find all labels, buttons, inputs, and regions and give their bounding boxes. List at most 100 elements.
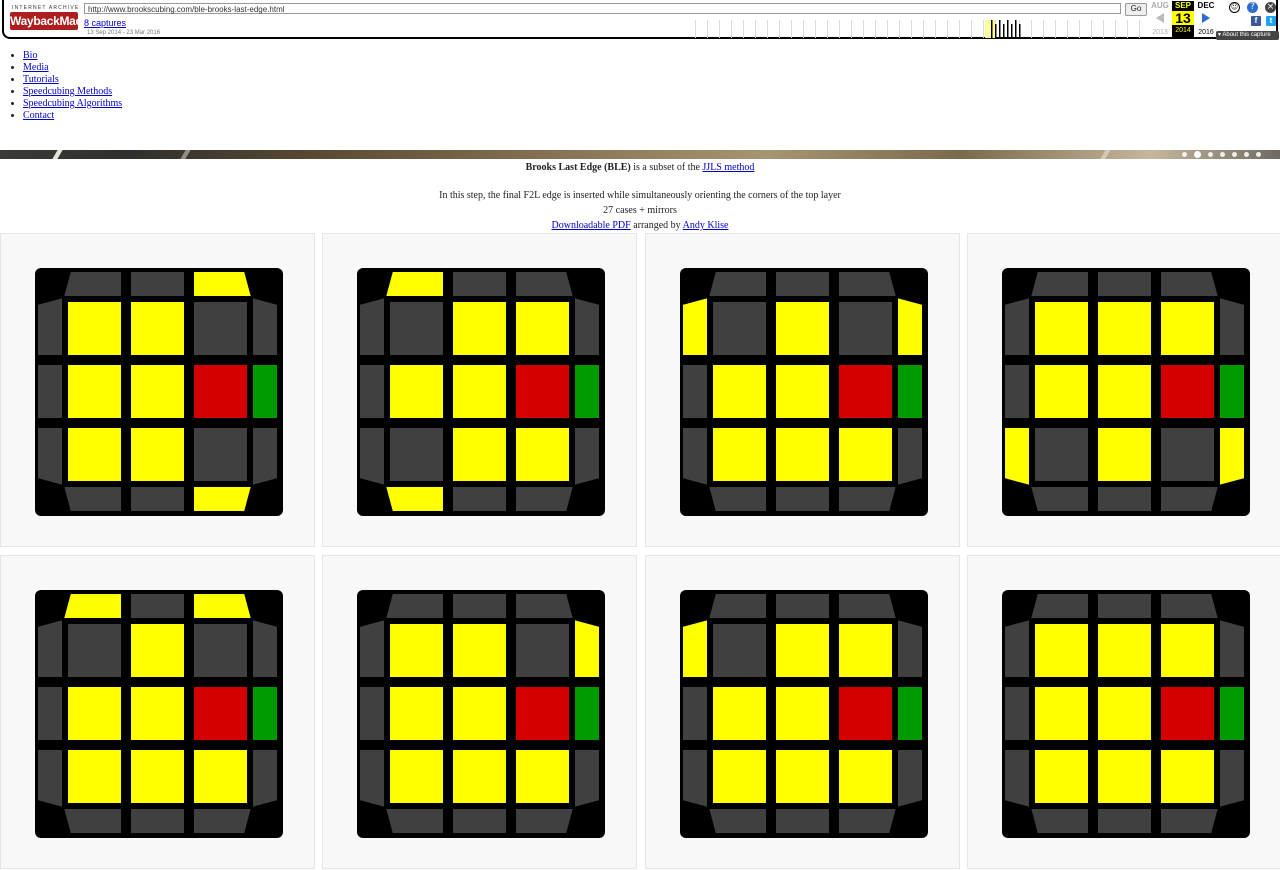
face-sticker <box>1033 685 1090 742</box>
nav-link-media[interactable]: Media <box>23 62 49 73</box>
right-side-sticker <box>1218 748 1246 810</box>
cube-diagram <box>35 590 283 838</box>
face-sticker <box>451 300 508 357</box>
face-sticker <box>1159 363 1216 420</box>
face-sticker <box>1096 622 1153 679</box>
author-link[interactable]: Andy Klise <box>683 220 729 231</box>
go-button[interactable]: Go <box>1125 3 1147 16</box>
bottom-side-sticker <box>774 485 831 513</box>
prev-arrow-icon[interactable] <box>1156 13 1164 23</box>
intro-text: Brooks Last Edge (BLE) is a subset of th… <box>0 160 1280 233</box>
face-sticker <box>388 622 445 679</box>
right-side-sticker <box>1218 426 1246 488</box>
prev-capture[interactable]: AUG 2013 <box>1149 1 1171 38</box>
right-side-sticker <box>251 295 279 357</box>
bottom-side-sticker <box>451 485 508 513</box>
nav-link-contact[interactable]: Contact <box>23 110 54 121</box>
slide-dot[interactable] <box>1208 152 1213 157</box>
face-sticker <box>66 300 123 357</box>
nav-link-algorithms[interactable]: Speedcubing Algorithms <box>23 98 122 109</box>
face-sticker <box>388 748 445 805</box>
cube-diagram <box>680 268 928 516</box>
nav-link-tutorials[interactable]: Tutorials <box>23 74 59 85</box>
top-side-sticker <box>1028 592 1090 620</box>
slide-dot[interactable] <box>1232 152 1237 157</box>
face-sticker <box>837 622 894 679</box>
url-input[interactable]: http://www.brookscubing.com/ble-brooks-l… <box>84 3 1121 14</box>
face-sticker <box>192 748 249 805</box>
slide-dot[interactable] <box>1244 152 1249 157</box>
left-side-sticker <box>36 748 64 810</box>
right-side-sticker <box>251 617 279 679</box>
slide-dot[interactable] <box>1220 152 1225 157</box>
face-sticker <box>1096 685 1153 742</box>
face-sticker <box>192 300 249 357</box>
left-side-sticker <box>681 295 709 357</box>
user-icon[interactable]: ☺ <box>1229 2 1240 13</box>
right-side-sticker <box>573 685 601 742</box>
slide-dot[interactable] <box>1182 152 1187 157</box>
jjls-method-link[interactable]: JJLS method <box>702 162 754 173</box>
face-sticker <box>514 685 571 742</box>
facebook-icon[interactable]: f <box>1251 16 1261 26</box>
top-side-sticker <box>129 270 186 298</box>
face-sticker <box>1033 426 1090 483</box>
face-sticker <box>66 748 123 805</box>
next-year: 2016 <box>1198 29 1214 36</box>
next-capture[interactable]: DEC 2016 <box>1195 1 1217 38</box>
captures-link[interactable]: 8 captures <box>84 18 126 28</box>
intro-line-2: In this step, the final F2L edge is inse… <box>439 190 841 201</box>
face-sticker <box>1096 426 1153 483</box>
bottom-side-sticker <box>1096 485 1153 513</box>
nav-link-bio[interactable]: Bio <box>23 50 37 61</box>
face-sticker <box>1033 363 1090 420</box>
face-sticker <box>451 622 508 679</box>
right-side-sticker <box>251 685 279 742</box>
top-side-sticker <box>774 270 831 298</box>
right-side-sticker <box>896 748 924 810</box>
bottom-side-sticker <box>383 807 445 835</box>
cube-diagram <box>1002 590 1250 838</box>
face-sticker <box>774 622 831 679</box>
capture-sparkline[interactable] <box>695 20 1145 38</box>
about-capture-button[interactable]: ▾ About this capture <box>1216 31 1279 40</box>
left-side-sticker <box>358 748 386 810</box>
face-sticker <box>711 685 768 742</box>
nav-link-methods[interactable]: Speedcubing Methods <box>23 86 112 97</box>
current-year: 2014 <box>1175 27 1191 34</box>
face-sticker <box>451 363 508 420</box>
face-sticker <box>129 363 186 420</box>
slideshow-dots <box>1182 151 1272 158</box>
face-sticker <box>1159 622 1216 679</box>
right-side-sticker <box>573 295 601 357</box>
right-side-sticker <box>896 295 924 357</box>
face-sticker <box>1096 748 1153 805</box>
left-side-sticker <box>36 685 64 742</box>
wayback-logo[interactable]: INTERNET ARCHIVE WaybackMachine <box>10 4 106 34</box>
help-icon[interactable]: ? <box>1247 2 1258 13</box>
nav-item-methods: Speedcubing Methods <box>23 86 122 98</box>
prev-month: AUG <box>1151 1 1169 10</box>
top-side-sticker <box>514 270 576 298</box>
face-sticker <box>192 685 249 742</box>
cube-diagram <box>357 268 605 516</box>
slide-dot-active[interactable] <box>1194 151 1201 158</box>
close-icon[interactable]: × <box>1265 2 1276 13</box>
face-sticker <box>837 363 894 420</box>
face-sticker <box>66 426 123 483</box>
bottom-side-sticker <box>837 485 899 513</box>
face-sticker <box>514 300 571 357</box>
top-side-sticker <box>451 592 508 620</box>
right-side-sticker <box>1218 295 1246 357</box>
top-side-sticker <box>774 592 831 620</box>
slide-dot[interactable] <box>1256 152 1261 157</box>
bottom-side-sticker <box>1028 807 1090 835</box>
twitter-icon[interactable]: t <box>1266 16 1276 26</box>
next-arrow-icon[interactable] <box>1202 13 1210 23</box>
face-sticker <box>66 622 123 679</box>
left-side-sticker <box>681 426 709 488</box>
arranged-by-text: arranged by <box>630 220 683 231</box>
pdf-link[interactable]: Downloadable PDF <box>552 220 631 231</box>
right-side-sticker <box>896 685 924 742</box>
case-card <box>645 555 960 869</box>
